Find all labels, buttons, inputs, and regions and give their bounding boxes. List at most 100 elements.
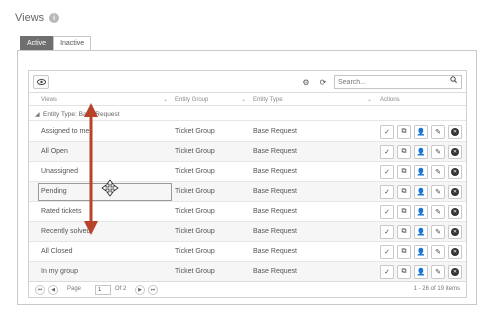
edit-button[interactable]: ✎: [431, 205, 445, 219]
page-of-label: Of 2: [115, 286, 127, 292]
view-name-cell[interactable]: In my group: [41, 268, 78, 275]
chevron-down-icon[interactable]: ⌄: [367, 96, 372, 103]
close-circle-icon: ✕: [451, 208, 459, 216]
enable-button[interactable]: ✓: [380, 165, 394, 179]
entity-type-cell: Base Request: [253, 248, 297, 255]
edit-button[interactable]: ✎: [431, 165, 445, 179]
view-name-cell[interactable]: Pending: [41, 188, 67, 195]
copy-button[interactable]: ⧉: [397, 245, 411, 259]
chevron-down-icon[interactable]: ⌄: [163, 96, 168, 103]
assign-user-button[interactable]: 👤: [414, 125, 428, 139]
refresh-button[interactable]: ⟳: [316, 75, 330, 89]
delete-button[interactable]: ✕: [448, 185, 462, 199]
copy-icon: ⧉: [401, 268, 407, 275]
close-circle-icon: ✕: [451, 148, 459, 156]
row-actions: ✓ ⧉ 👤 ✎ ✕: [380, 245, 462, 259]
pager: ⏮ ◀ Page Of 2 ▶ ⏭ 1 - 26 of 19 items: [29, 281, 466, 297]
delete-button[interactable]: ✕: [448, 245, 462, 259]
tab-inactive[interactable]: Inactive: [53, 36, 92, 50]
tab-active[interactable]: Active: [20, 36, 54, 50]
chevron-down-icon[interactable]: ⌄: [241, 96, 246, 103]
copy-button[interactable]: ⧉: [397, 225, 411, 239]
entity-group-cell: Ticket Group: [175, 268, 215, 275]
delete-button[interactable]: ✕: [448, 225, 462, 239]
edit-button[interactable]: ✎: [431, 245, 445, 259]
delete-button[interactable]: ✕: [448, 145, 462, 159]
search-icon[interactable]: [450, 76, 457, 85]
view-name-cell[interactable]: All Closed: [41, 248, 73, 255]
user-icon: 👤: [416, 269, 426, 276]
enable-button[interactable]: ✓: [380, 225, 394, 239]
assign-user-button[interactable]: 👤: [414, 245, 428, 259]
edit-button[interactable]: ✎: [431, 225, 445, 239]
prev-page-button[interactable]: ◀: [48, 285, 58, 295]
table-row[interactable]: All Closed Ticket Group Base Request ✓ ⧉ 👤 ✎ ✕: [29, 242, 466, 262]
check-icon: ✓: [384, 169, 390, 176]
row-actions: ✓ ⧉ 👤 ✎ ✕: [380, 125, 462, 139]
column-header-entity-type[interactable]: Entity Type: [253, 97, 283, 103]
delete-button[interactable]: ✕: [448, 125, 462, 139]
delete-button[interactable]: ✕: [448, 165, 462, 179]
page-number-input[interactable]: [95, 285, 111, 295]
enable-button[interactable]: ✓: [380, 185, 394, 199]
copy-button[interactable]: ⧉: [397, 185, 411, 199]
column-header-entity-group[interactable]: Entity Group: [175, 97, 208, 103]
pencil-icon: ✎: [435, 229, 441, 236]
enable-button[interactable]: ✓: [380, 125, 394, 139]
entity-type-cell: Base Request: [253, 128, 297, 135]
edit-button[interactable]: ✎: [431, 145, 445, 159]
check-icon: ✓: [384, 249, 390, 256]
info-icon[interactable]: i: [49, 13, 60, 23]
last-page-button[interactable]: ⏭: [148, 285, 158, 295]
table-row[interactable]: In my group Ticket Group Base Request ✓ ⧉ 👤 ✎ ✕: [29, 262, 466, 282]
entity-group-cell: Ticket Group: [175, 228, 215, 235]
pencil-icon: ✎: [435, 249, 441, 256]
copy-icon: ⧉: [401, 228, 407, 235]
check-icon: ✓: [384, 229, 390, 236]
enable-button[interactable]: ✓: [380, 205, 394, 219]
enable-button[interactable]: ✓: [380, 145, 394, 159]
delete-button[interactable]: ✕: [448, 205, 462, 219]
copy-button[interactable]: ⧉: [397, 205, 411, 219]
edit-button[interactable]: ✎: [431, 125, 445, 139]
grid-toolbar: ⚙ ⟳: [29, 71, 466, 93]
assign-user-button[interactable]: 👤: [414, 225, 428, 239]
view-name-cell[interactable]: Unassigned: [41, 168, 78, 175]
edit-button[interactable]: ✎: [431, 265, 445, 279]
delete-button[interactable]: ✕: [448, 265, 462, 279]
tab-bar: Active Inactive: [20, 36, 92, 50]
search-input[interactable]: [334, 75, 462, 89]
view-name-cell[interactable]: All Open: [41, 148, 68, 155]
enable-button[interactable]: ✓: [380, 245, 394, 259]
settings-button[interactable]: ⚙: [299, 75, 313, 89]
view-toggle-button[interactable]: [33, 75, 49, 89]
user-icon: 👤: [416, 189, 426, 196]
close-circle-icon: ✕: [451, 248, 459, 256]
page-title-area: Views i: [15, 12, 60, 24]
refresh-icon: ⟳: [319, 77, 327, 87]
copy-icon: ⧉: [401, 208, 407, 215]
first-page-button[interactable]: ⏮: [35, 285, 45, 295]
pencil-icon: ✎: [435, 169, 441, 176]
copy-icon: ⧉: [401, 168, 407, 175]
assign-user-button[interactable]: 👤: [414, 265, 428, 279]
enable-button[interactable]: ✓: [380, 265, 394, 279]
assign-user-button[interactable]: 👤: [414, 185, 428, 199]
view-name-cell[interactable]: Rated tickets: [41, 208, 81, 215]
copy-button[interactable]: ⧉: [397, 165, 411, 179]
assign-user-button[interactable]: 👤: [414, 205, 428, 219]
close-circle-icon: ✕: [451, 128, 459, 136]
entity-group-cell: Ticket Group: [175, 128, 215, 135]
assign-user-button[interactable]: 👤: [414, 165, 428, 179]
check-icon: ✓: [384, 149, 390, 156]
next-page-button[interactable]: ▶: [135, 285, 145, 295]
check-icon: ✓: [384, 209, 390, 216]
edit-button[interactable]: ✎: [431, 185, 445, 199]
column-header-views[interactable]: Views: [41, 97, 57, 103]
close-circle-icon: ✕: [451, 168, 459, 176]
copy-button[interactable]: ⧉: [397, 125, 411, 139]
copy-button[interactable]: ⧉: [397, 265, 411, 279]
copy-button[interactable]: ⧉: [397, 145, 411, 159]
assign-user-button[interactable]: 👤: [414, 145, 428, 159]
collapse-triangle-icon[interactable]: ◢: [35, 111, 40, 118]
